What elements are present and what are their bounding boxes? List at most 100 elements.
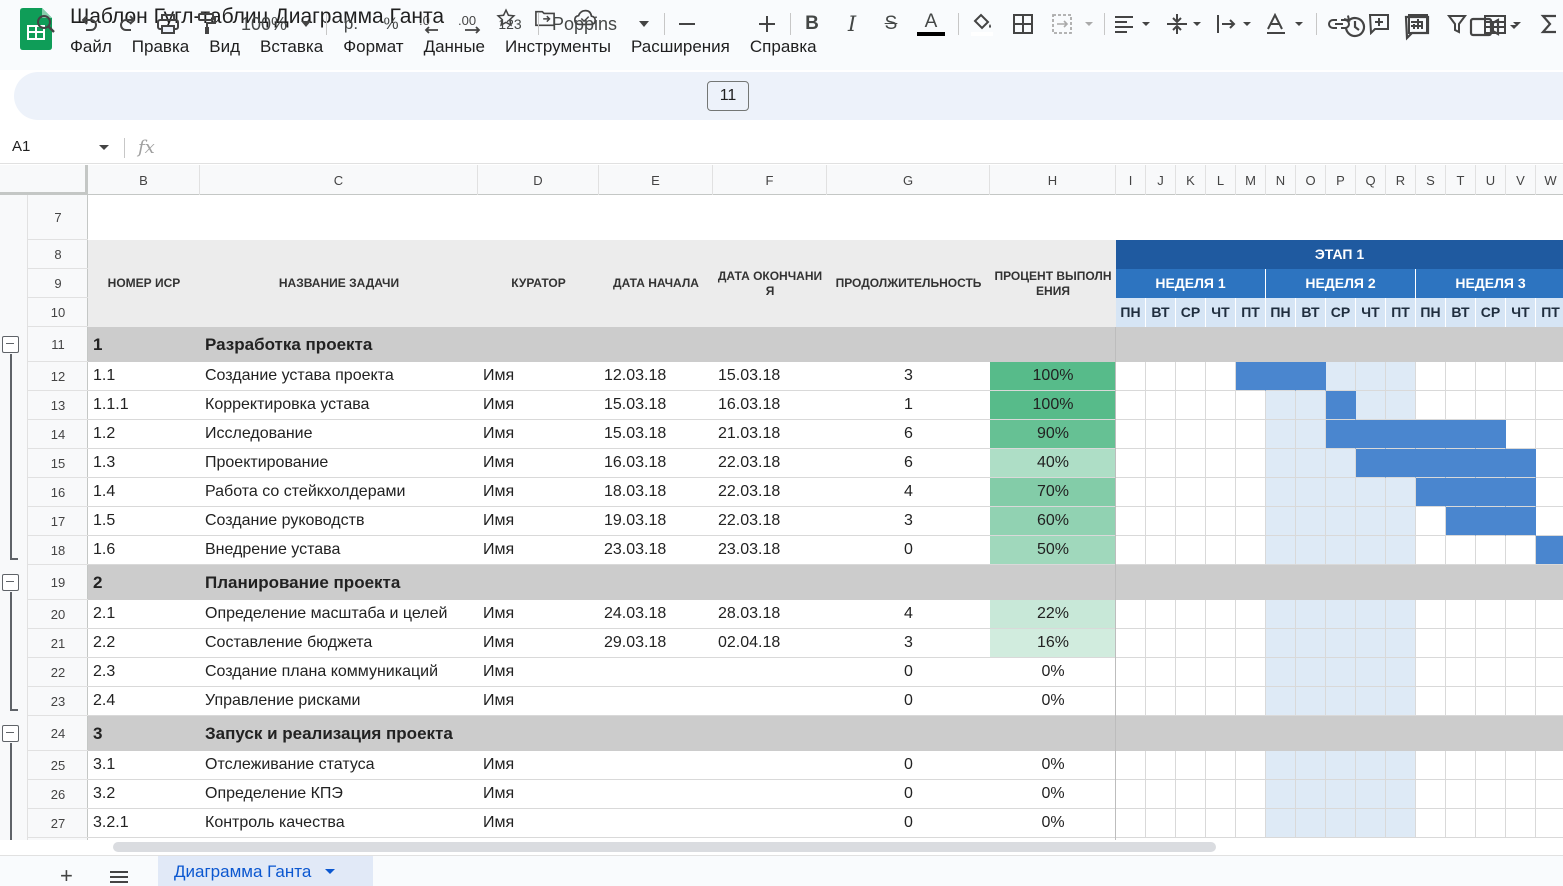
gantt-day-cell[interactable] <box>1356 629 1386 658</box>
gantt-day-cell[interactable] <box>1266 478 1296 507</box>
gantt-day-cell[interactable] <box>1266 751 1296 780</box>
gantt-day-cell[interactable] <box>1476 391 1506 420</box>
task-name-cell[interactable]: Определение масштаба и целей <box>200 600 478 628</box>
gantt-day-cell[interactable] <box>1416 809 1446 838</box>
percent-cell[interactable]: 0% <box>990 751 1116 779</box>
row-header-17[interactable]: 17 <box>28 507 88 536</box>
duration-cell[interactable]: 6 <box>827 420 990 448</box>
row-header-10[interactable]: 10 <box>28 298 88 327</box>
gantt-day-cell[interactable] <box>1356 751 1386 780</box>
column-header-n[interactable]: N <box>1266 165 1296 195</box>
column-header-v[interactable]: V <box>1506 165 1536 195</box>
row-header-14[interactable]: 14 <box>28 420 88 449</box>
gantt-day-cell[interactable] <box>1296 751 1326 780</box>
end-date-cell[interactable] <box>713 751 827 779</box>
gantt-day-cell[interactable] <box>1476 362 1506 391</box>
gantt-day-cell[interactable] <box>1146 687 1176 716</box>
row-header-21[interactable]: 21 <box>28 629 88 658</box>
row-header-16[interactable]: 16 <box>28 478 88 507</box>
gantt-day-cell[interactable] <box>1146 629 1176 658</box>
gantt-day-cell[interactable] <box>1176 600 1206 629</box>
end-date-cell[interactable] <box>713 687 827 715</box>
percent-cell[interactable]: 0% <box>990 658 1116 686</box>
decrease-decimal-button[interactable]: .0 <box>416 8 444 40</box>
gantt-day-cell[interactable] <box>1356 536 1386 565</box>
gantt-day-cell[interactable] <box>1536 751 1563 780</box>
gantt-day-cell[interactable] <box>1116 687 1146 716</box>
gantt-day-cell[interactable] <box>1386 600 1416 629</box>
gantt-day-cell[interactable] <box>1266 362 1296 391</box>
task-name-cell[interactable]: Корректировка устава <box>200 391 478 419</box>
start-date-cell[interactable] <box>599 780 713 808</box>
gantt-day-cell[interactable] <box>1206 391 1236 420</box>
gantt-day-cell[interactable] <box>1506 600 1536 629</box>
gantt-day-cell[interactable] <box>1506 809 1536 838</box>
gantt-day-cell[interactable] <box>1146 809 1176 838</box>
owner-cell[interactable]: Имя <box>478 536 599 564</box>
gantt-day-cell[interactable] <box>1536 629 1563 658</box>
column-header-j[interactable]: J <box>1146 165 1176 195</box>
section-title[interactable]: Планирование проекта <box>205 565 805 600</box>
gantt-day-cell[interactable] <box>1116 507 1146 536</box>
vertical-align-icon[interactable] <box>1164 8 1206 40</box>
owner-cell[interactable]: Имя <box>478 658 599 686</box>
task-name-cell[interactable]: Создание плана коммуникаций <box>200 658 478 686</box>
gantt-day-cell[interactable] <box>1446 507 1476 536</box>
duration-cell[interactable]: 6 <box>827 449 990 477</box>
gantt-day-cell[interactable] <box>1416 600 1446 629</box>
print-icon[interactable] <box>155 8 181 40</box>
gantt-day-cell[interactable] <box>1236 809 1266 838</box>
gantt-day-cell[interactable] <box>1536 600 1563 629</box>
column-header-u[interactable]: U <box>1476 165 1506 195</box>
gantt-day-cell[interactable] <box>1146 449 1176 478</box>
gantt-day-cell[interactable] <box>1326 658 1356 687</box>
wbs-cell[interactable]: 3.1 <box>88 751 200 779</box>
increase-font-size-icon[interactable] <box>756 8 778 40</box>
gantt-day-cell[interactable] <box>1176 658 1206 687</box>
row-header-9[interactable]: 9 <box>28 269 88 298</box>
gantt-day-cell[interactable] <box>1116 600 1146 629</box>
gantt-day-cell[interactable] <box>1386 507 1416 536</box>
gantt-day-cell[interactable] <box>1326 478 1356 507</box>
gantt-day-cell[interactable] <box>1326 687 1356 716</box>
end-date-cell[interactable]: 21.03.18 <box>713 420 827 448</box>
start-date-cell[interactable]: 12.03.18 <box>599 362 713 390</box>
gantt-day-cell[interactable] <box>1236 507 1266 536</box>
percent-cell[interactable]: 0% <box>990 809 1116 837</box>
gantt-day-cell[interactable] <box>1356 780 1386 809</box>
gantt-day-cell[interactable] <box>1446 449 1476 478</box>
gantt-day-cell[interactable] <box>1296 507 1326 536</box>
duration-cell[interactable]: 3 <box>827 507 990 535</box>
gantt-day-cell[interactable] <box>1146 507 1176 536</box>
owner-cell[interactable]: Имя <box>478 449 599 477</box>
gantt-day-cell[interactable] <box>1446 478 1476 507</box>
gantt-day-cell[interactable] <box>1506 478 1536 507</box>
gantt-day-cell[interactable] <box>1176 687 1206 716</box>
wbs-cell[interactable]: 1.1.1 <box>88 391 200 419</box>
gantt-day-cell[interactable] <box>1386 362 1416 391</box>
gantt-day-cell[interactable] <box>1356 478 1386 507</box>
column-header-p[interactable]: P <box>1326 165 1356 195</box>
gantt-day-cell[interactable] <box>1386 478 1416 507</box>
task-name-cell[interactable]: Исследование <box>200 420 478 448</box>
gantt-day-cell[interactable] <box>1296 420 1326 449</box>
insert-chart-icon[interactable] <box>1405 8 1431 40</box>
gantt-day-cell[interactable] <box>1446 780 1476 809</box>
gantt-day-cell[interactable] <box>1416 362 1446 391</box>
gantt-day-cell[interactable] <box>1296 536 1326 565</box>
gantt-day-cell[interactable] <box>1536 420 1563 449</box>
gantt-day-cell[interactable] <box>1146 536 1176 565</box>
duration-cell[interactable]: 4 <box>827 478 990 506</box>
task-name-cell[interactable]: Контроль качества <box>200 809 478 837</box>
gantt-day-cell[interactable] <box>1326 536 1356 565</box>
more-formats-button[interactable]: 123 <box>496 8 524 40</box>
column-header-c[interactable]: C <box>200 165 478 195</box>
percent-format-button[interactable]: % <box>378 8 404 40</box>
gantt-day-cell[interactable] <box>1116 362 1146 391</box>
end-date-cell[interactable] <box>713 780 827 808</box>
gantt-day-cell[interactable] <box>1356 658 1386 687</box>
gantt-day-cell[interactable] <box>1416 449 1446 478</box>
font-dropdown-icon[interactable] <box>636 8 652 40</box>
gantt-day-cell[interactable] <box>1386 420 1416 449</box>
duration-cell[interactable]: 0 <box>827 658 990 686</box>
